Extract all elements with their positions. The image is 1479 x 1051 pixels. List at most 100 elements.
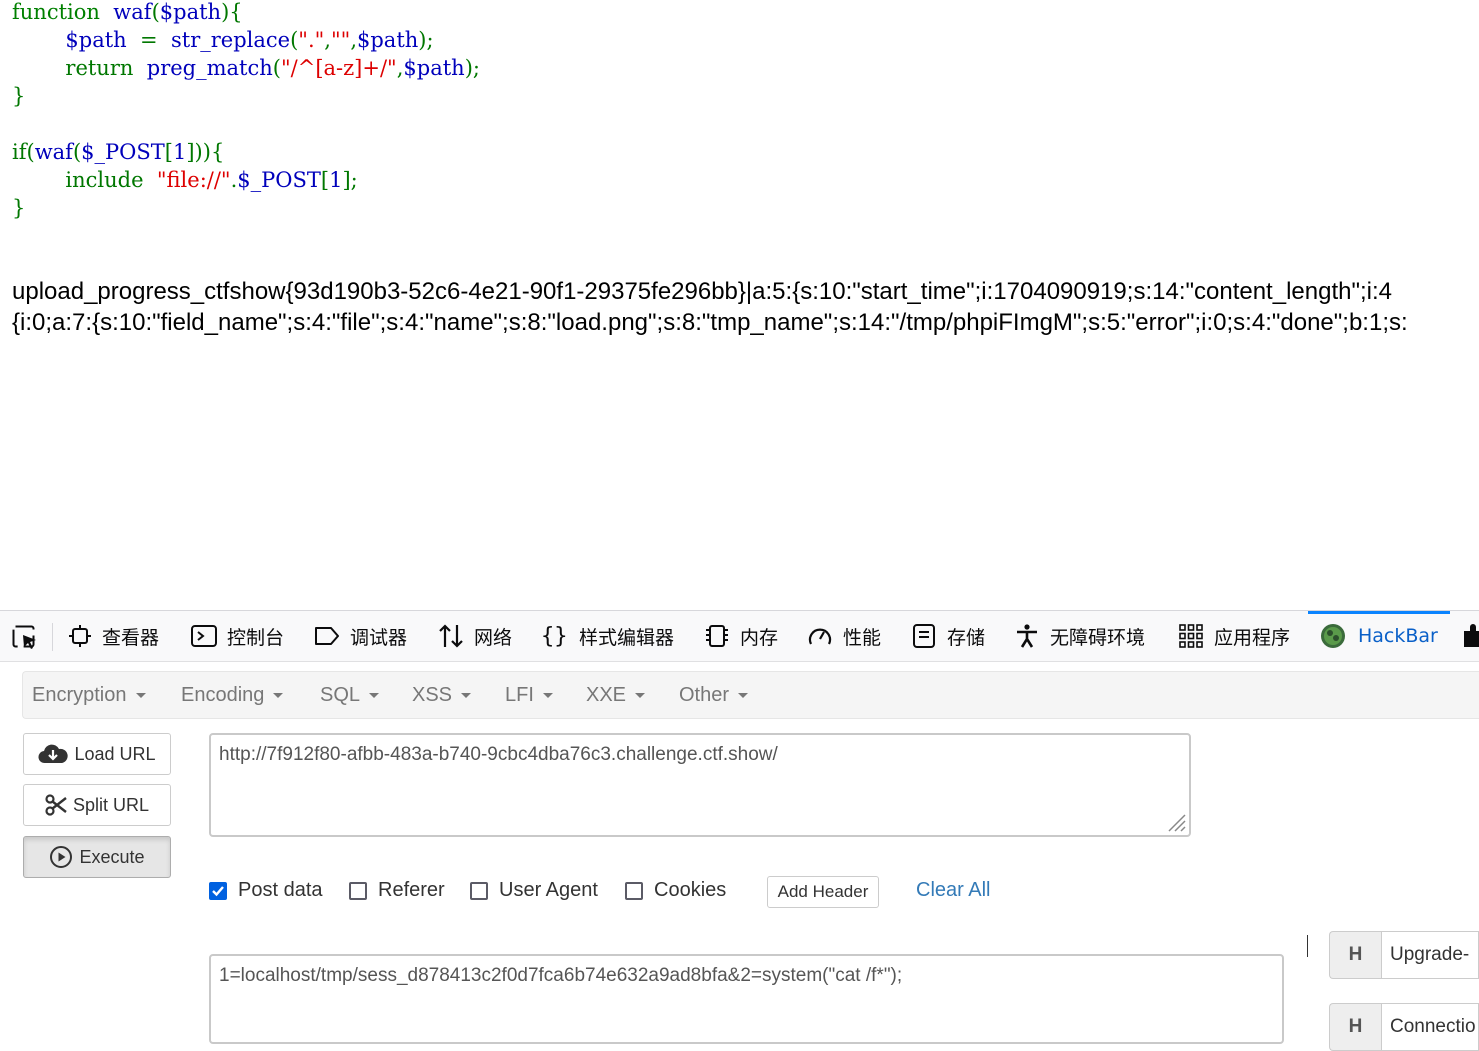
tab-inspector[interactable]: 查看器 — [68, 611, 159, 661]
menu-label: SQL — [320, 683, 361, 706]
tab-label: 应用程序 — [1214, 626, 1291, 649]
option-label: User Agent — [499, 879, 598, 901]
code-line: } — [12, 82, 480, 110]
code-token: waf — [113, 0, 152, 24]
url-textarea[interactable]: http://7f912f80-afbb-483a-b740-9cbc4dba7… — [209, 733, 1191, 837]
devtools-toolbar: 查看器 控制台 调试器 网络 {} 样式编辑器 内存 性能 存储 无障碍环境 应… — [0, 611, 1479, 662]
menu-encoding[interactable]: Encoding — [181, 672, 284, 718]
cloud-download-icon — [38, 744, 69, 764]
post-data-textarea[interactable]: 1=localhost/tmp/sess_d878413c2f0d7fca6b7… — [209, 954, 1284, 1044]
url-value: http://7f912f80-afbb-483a-b740-9cbc4dba7… — [219, 744, 778, 765]
tab-memory[interactable]: 内存 — [704, 611, 778, 661]
caret-down-icon — [273, 692, 284, 698]
menu-label: Encryption — [32, 683, 127, 706]
tab-storage[interactable]: 存储 — [911, 611, 985, 661]
tab-application[interactable]: 应用程序 — [1178, 611, 1290, 661]
checkbox-unchecked-icon — [625, 881, 643, 900]
php-source-code: function waf($path){ $path = str_replace… — [12, 0, 480, 222]
tab-console[interactable]: 控制台 — [191, 611, 284, 661]
code-line: $path = str_replace(".","",$path); — [12, 26, 480, 54]
toolbar-separator — [52, 623, 53, 651]
menu-other[interactable]: Other — [679, 672, 749, 718]
menu-encryption[interactable]: Encryption — [32, 672, 146, 718]
tab-network[interactable]: 网络 — [438, 611, 512, 661]
menu-xxe[interactable]: XXE — [586, 672, 646, 718]
header-key[interactable]: H — [1329, 931, 1381, 979]
add-header-button[interactable]: Add Header — [767, 876, 879, 908]
header-row: H Upgrade- — [1329, 931, 1479, 979]
code-line: include "file://".$_POST[1]; — [12, 166, 480, 194]
code-token: ]; — [342, 168, 358, 192]
code-token: ( — [151, 0, 160, 24]
caret-down-icon — [738, 692, 749, 698]
element-picker-icon[interactable] — [12, 625, 40, 651]
header-value-input[interactable]: Upgrade- — [1381, 931, 1479, 979]
code-token: [ — [320, 168, 330, 192]
tab-accessibility[interactable]: 无障碍环境 — [1014, 611, 1145, 661]
clear-all-link[interactable]: Clear All — [916, 879, 990, 902]
user-agent-checkbox[interactable]: User Agent — [470, 879, 598, 902]
tab-label: 无障碍环境 — [1050, 626, 1146, 649]
option-label: Post data — [238, 879, 323, 901]
style-editor-icon: {} — [541, 624, 568, 649]
code-token: 1 — [329, 168, 343, 192]
tab-style-editor[interactable]: {} 样式编辑器 — [541, 611, 674, 661]
play-circle-icon — [50, 846, 73, 868]
menu-label: Encoding — [181, 683, 265, 706]
menu-label: XSS — [412, 683, 453, 706]
code-token: $path — [159, 0, 222, 24]
load-url-button[interactable]: Load URL — [23, 733, 171, 775]
caret-down-icon — [369, 692, 380, 698]
menu-label: Other — [679, 683, 730, 706]
code-token: ); — [418, 28, 434, 52]
caret-down-icon — [461, 692, 472, 698]
cookies-checkbox[interactable]: Cookies — [625, 879, 726, 902]
extension-icon[interactable] — [1462, 623, 1479, 654]
performance-icon — [808, 628, 832, 645]
code-token: "." — [298, 28, 325, 52]
code-token: = — [126, 28, 171, 52]
code-token: ){ — [221, 0, 243, 24]
code-token: return — [65, 56, 134, 80]
caret-down-icon — [135, 692, 146, 698]
accessibility-icon — [1017, 624, 1037, 648]
code-token: } — [12, 84, 26, 108]
code-token: [ — [164, 140, 173, 164]
code-token: waf — [34, 140, 73, 164]
tab-label: 调试器 — [350, 626, 408, 649]
tab-label: 网络 — [474, 626, 513, 649]
split-url-button[interactable]: Split URL — [23, 784, 171, 826]
button-label: Split URL — [72, 794, 150, 815]
console-icon — [191, 625, 217, 647]
option-label: Cookies — [654, 879, 727, 901]
tab-label: 控制台 — [227, 626, 285, 649]
output-line: upload_progress_ctfshow{93d190b3-52c6-4e… — [12, 278, 1392, 305]
network-icon — [439, 624, 463, 648]
post-data-checkbox[interactable]: Post data — [209, 879, 323, 902]
referer-checkbox[interactable]: Referer — [349, 879, 445, 902]
menu-lfi[interactable]: LFI — [505, 672, 553, 718]
caret-down-icon — [635, 692, 646, 698]
header-value-input[interactable]: Connectio — [1381, 1003, 1479, 1051]
menu-sql[interactable]: SQL — [320, 672, 380, 718]
tab-label: 内存 — [740, 626, 779, 649]
resize-grip-icon[interactable] — [1165, 811, 1187, 833]
memory-icon — [706, 625, 728, 647]
tab-label: 存储 — [947, 626, 986, 649]
menu-xss[interactable]: XSS — [412, 672, 472, 718]
application-grid-icon — [1179, 624, 1203, 648]
tab-performance[interactable]: 性能 — [807, 611, 881, 661]
header-key[interactable]: H — [1329, 1003, 1381, 1051]
menu-label: LFI — [505, 683, 534, 706]
text-cursor — [1307, 935, 1308, 957]
checkbox-unchecked-icon — [470, 881, 488, 900]
execute-button[interactable]: Execute — [23, 836, 171, 878]
code-line: function waf($path){ — [12, 0, 480, 26]
tab-debugger[interactable]: 调试器 — [314, 611, 407, 661]
tab-hackbar[interactable]: HackBar — [1320, 611, 1438, 661]
session-output: upload_progress_ctfshow{93d190b3-52c6-4e… — [12, 276, 1479, 338]
